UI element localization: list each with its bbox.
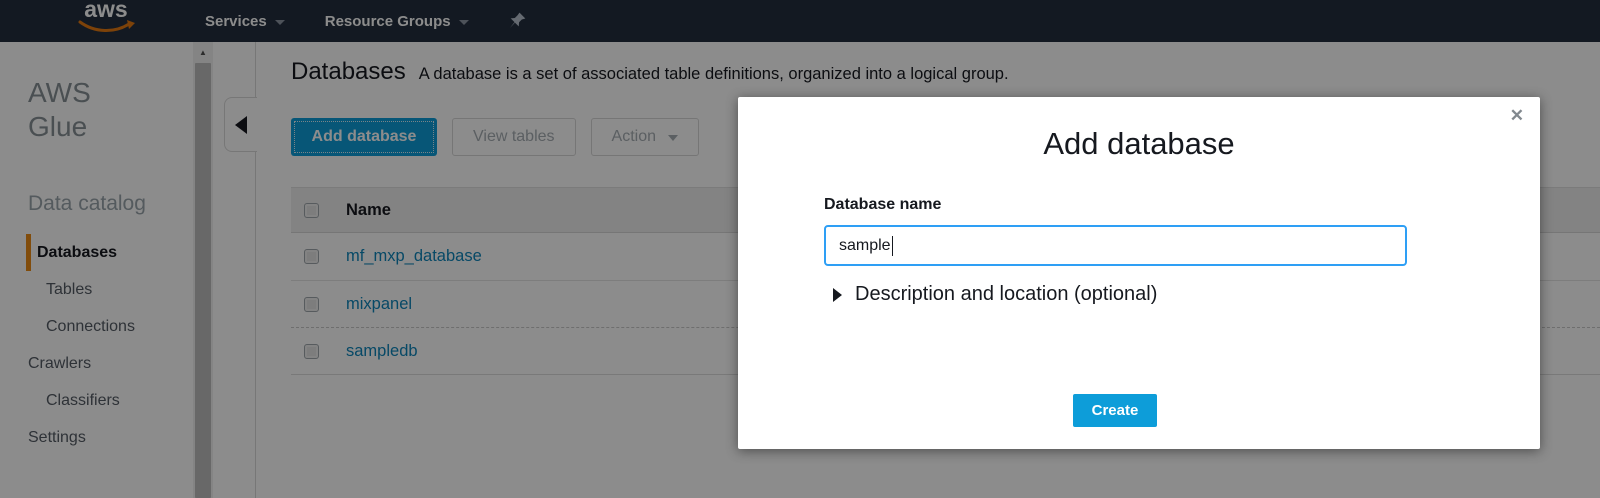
create-button[interactable]: Create bbox=[1073, 394, 1157, 427]
database-name-input[interactable]: sample bbox=[824, 225, 1407, 266]
database-name-value: sample bbox=[839, 237, 891, 255]
text-cursor bbox=[892, 236, 893, 256]
close-icon[interactable]: ✕ bbox=[1510, 106, 1524, 126]
modal-title: Add database bbox=[738, 126, 1540, 162]
description-location-label: Description and location (optional) bbox=[855, 283, 1157, 306]
aws-glue-console: aws Services Resource Groups AWS Glue Da… bbox=[0, 0, 1600, 498]
disclosure-right-icon bbox=[833, 288, 842, 302]
description-location-toggle[interactable]: Description and location (optional) bbox=[833, 283, 1157, 306]
add-database-modal: ✕ Add database Database name sample Desc… bbox=[738, 97, 1540, 449]
database-name-label: Database name bbox=[824, 196, 941, 214]
